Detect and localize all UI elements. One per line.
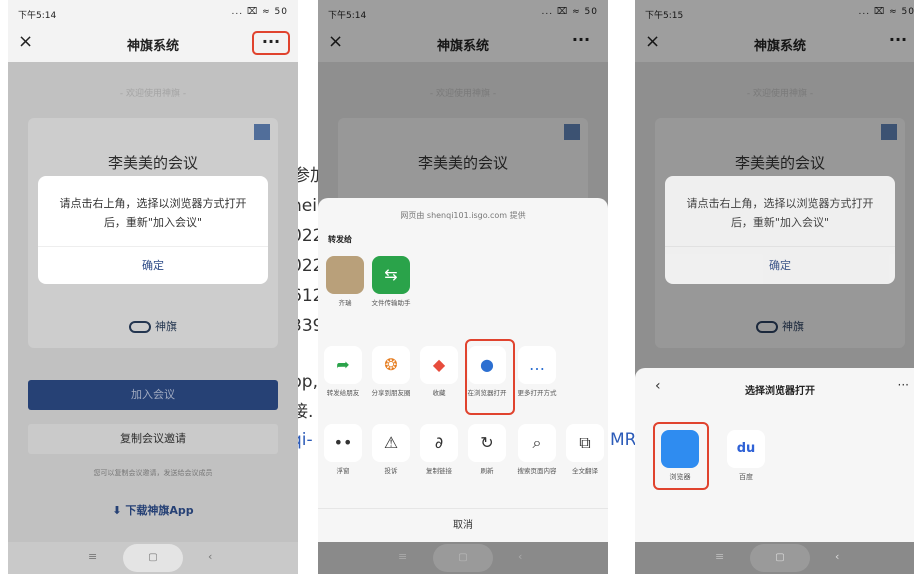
menu-icon[interactable]: ≡ [88,550,97,563]
browser-hint-dialog: 请点击右上角，选择以浏览器方式打开后，重新"加入会议" 确定 [665,176,895,284]
share-action-search[interactable]: ⌕ 搜索页面内容 [514,424,560,476]
phone-screen-3: 下午5:15... ⌧ ≈ 50 × 神旗系统 ··· - 欢迎使用神旗 - 李… [635,0,914,574]
browser-option[interactable]: du 百度 [723,430,769,482]
dialog-message: 请点击右上角，选择以浏览器方式打开后，重新"加入会议" [59,197,247,229]
action-label: 更多打开方式 [517,389,557,397]
back-icon[interactable]: ‹ [518,550,522,563]
phone-screen-1: 下午5:14... ⌧ ≈ 50 × 神旗系统 ··· - 欢迎使用神旗 - 李… [8,0,298,574]
action-label: 复制链接 [426,467,452,475]
back-icon[interactable]: ‹ [835,550,839,563]
share-action-translate[interactable]: ⧉ 全文翻译 [562,424,608,476]
action-label: 转发给朋友 [326,389,360,397]
warning-icon: ⚠ [372,424,410,462]
highlight-box [653,422,709,490]
provider-text: 网页由 shenqi101.isgo.com 提供 [400,211,526,220]
phone-screen-2: 下午5:14... ⌧ ≈ 50 × 神旗系统 ··· - 欢迎使用神旗 - 李… [318,0,608,574]
action-label: 浮窗 [336,467,350,475]
cancel-button[interactable]: 取消 [318,508,608,542]
contact-item[interactable]: ⇆ 文件传输助手 [368,256,414,308]
system-nav-bar: ≡ ▢ ‹ [318,542,608,574]
baidu-icon: du [727,430,765,468]
moments-icon: ❂ [372,346,410,384]
status-bar: 下午5:14 ... ⌧ ≈ 50 [8,0,298,24]
action-label: 搜索页面内容 [517,467,557,475]
home-button[interactable]: ▢ [750,544,810,572]
dialog-message: 请点击右上角，选择以浏览器方式打开后，重新"加入会议" [686,197,874,229]
status-icons: ... ⌧ ≈ 50 [231,7,288,17]
favorite-icon: ◆ [420,346,458,384]
menu-icon[interactable]: ≡ [398,550,407,563]
nav-bar: × 神旗系统 ··· [8,24,298,62]
forward-icon: ➦ [324,346,362,384]
browser-option-label: 百度 [739,473,753,481]
share-action-forward[interactable]: ➦ 转发给朋友 [320,346,366,398]
system-nav-bar: ≡ ▢ ‹ [8,542,298,574]
float-window-icon: •• [324,424,362,462]
contact-avatar [326,256,364,294]
forward-to-label: 转发给 [328,235,352,244]
share-action-refresh[interactable]: ↻ 刷新 [464,424,510,476]
status-time: 下午5:14 [18,11,57,21]
chooser-title: 选择浏览器打开 [745,386,815,397]
translate-icon: ⧉ [566,424,604,462]
menu-icon[interactable]: ≡ [715,550,724,563]
action-label: 刷新 [480,467,494,475]
share-action-copy-link[interactable]: ∂ 复制链接 [416,424,462,476]
action-label: 分享到朋友圈 [371,389,411,397]
share-action-complain[interactable]: ⚠ 投诉 [368,424,414,476]
refresh-icon: ↻ [468,424,506,462]
contact-name: 文件传输助手 [371,299,411,307]
browser-chooser-sheet: ‹ 选择浏览器打开 ··· 浏览器 du 百度 [635,368,914,542]
file-transfer-icon: ⇆ [372,256,410,294]
share-action-favorite[interactable]: ◆ 收藏 [416,346,462,398]
dialog-ok-button[interactable]: 确定 [38,246,268,284]
link-icon: ∂ [420,424,458,462]
action-label: 收藏 [432,389,446,397]
share-action-moments[interactable]: ❂ 分享到朋友圈 [368,346,414,398]
contact-item[interactable]: 齐瑞 [322,256,368,308]
bg-link: MR [610,430,637,450]
home-button[interactable]: ▢ [433,544,493,572]
dialog-overlay [8,62,298,542]
more-menu-button[interactable]: ··· [252,31,290,55]
search-icon: ⌕ [518,424,556,462]
highlight-box [465,339,515,415]
more-icon[interactable]: ··· [898,378,909,392]
action-label: 投诉 [384,467,398,475]
share-action-float[interactable]: •• 浮窗 [320,424,366,476]
more-open-icon: … [518,346,556,384]
back-icon[interactable]: ‹ [208,550,212,563]
share-action-more-open[interactable]: … 更多打开方式 [514,346,560,398]
contact-name: 齐瑞 [338,299,352,307]
system-nav-bar: ≡ ▢ ‹ [635,542,914,574]
browser-hint-dialog: 请点击右上角，选择以浏览器方式打开后，重新"加入会议" 确定 [38,176,268,284]
share-sheet: 网页由 shenqi101.isgo.com 提供 转发给 齐瑞 ⇆ 文件传输助手… [318,198,608,542]
home-button[interactable]: ▢ [123,544,183,572]
action-label: 全文翻译 [572,467,598,475]
dialog-ok-button[interactable]: 确定 [665,246,895,284]
